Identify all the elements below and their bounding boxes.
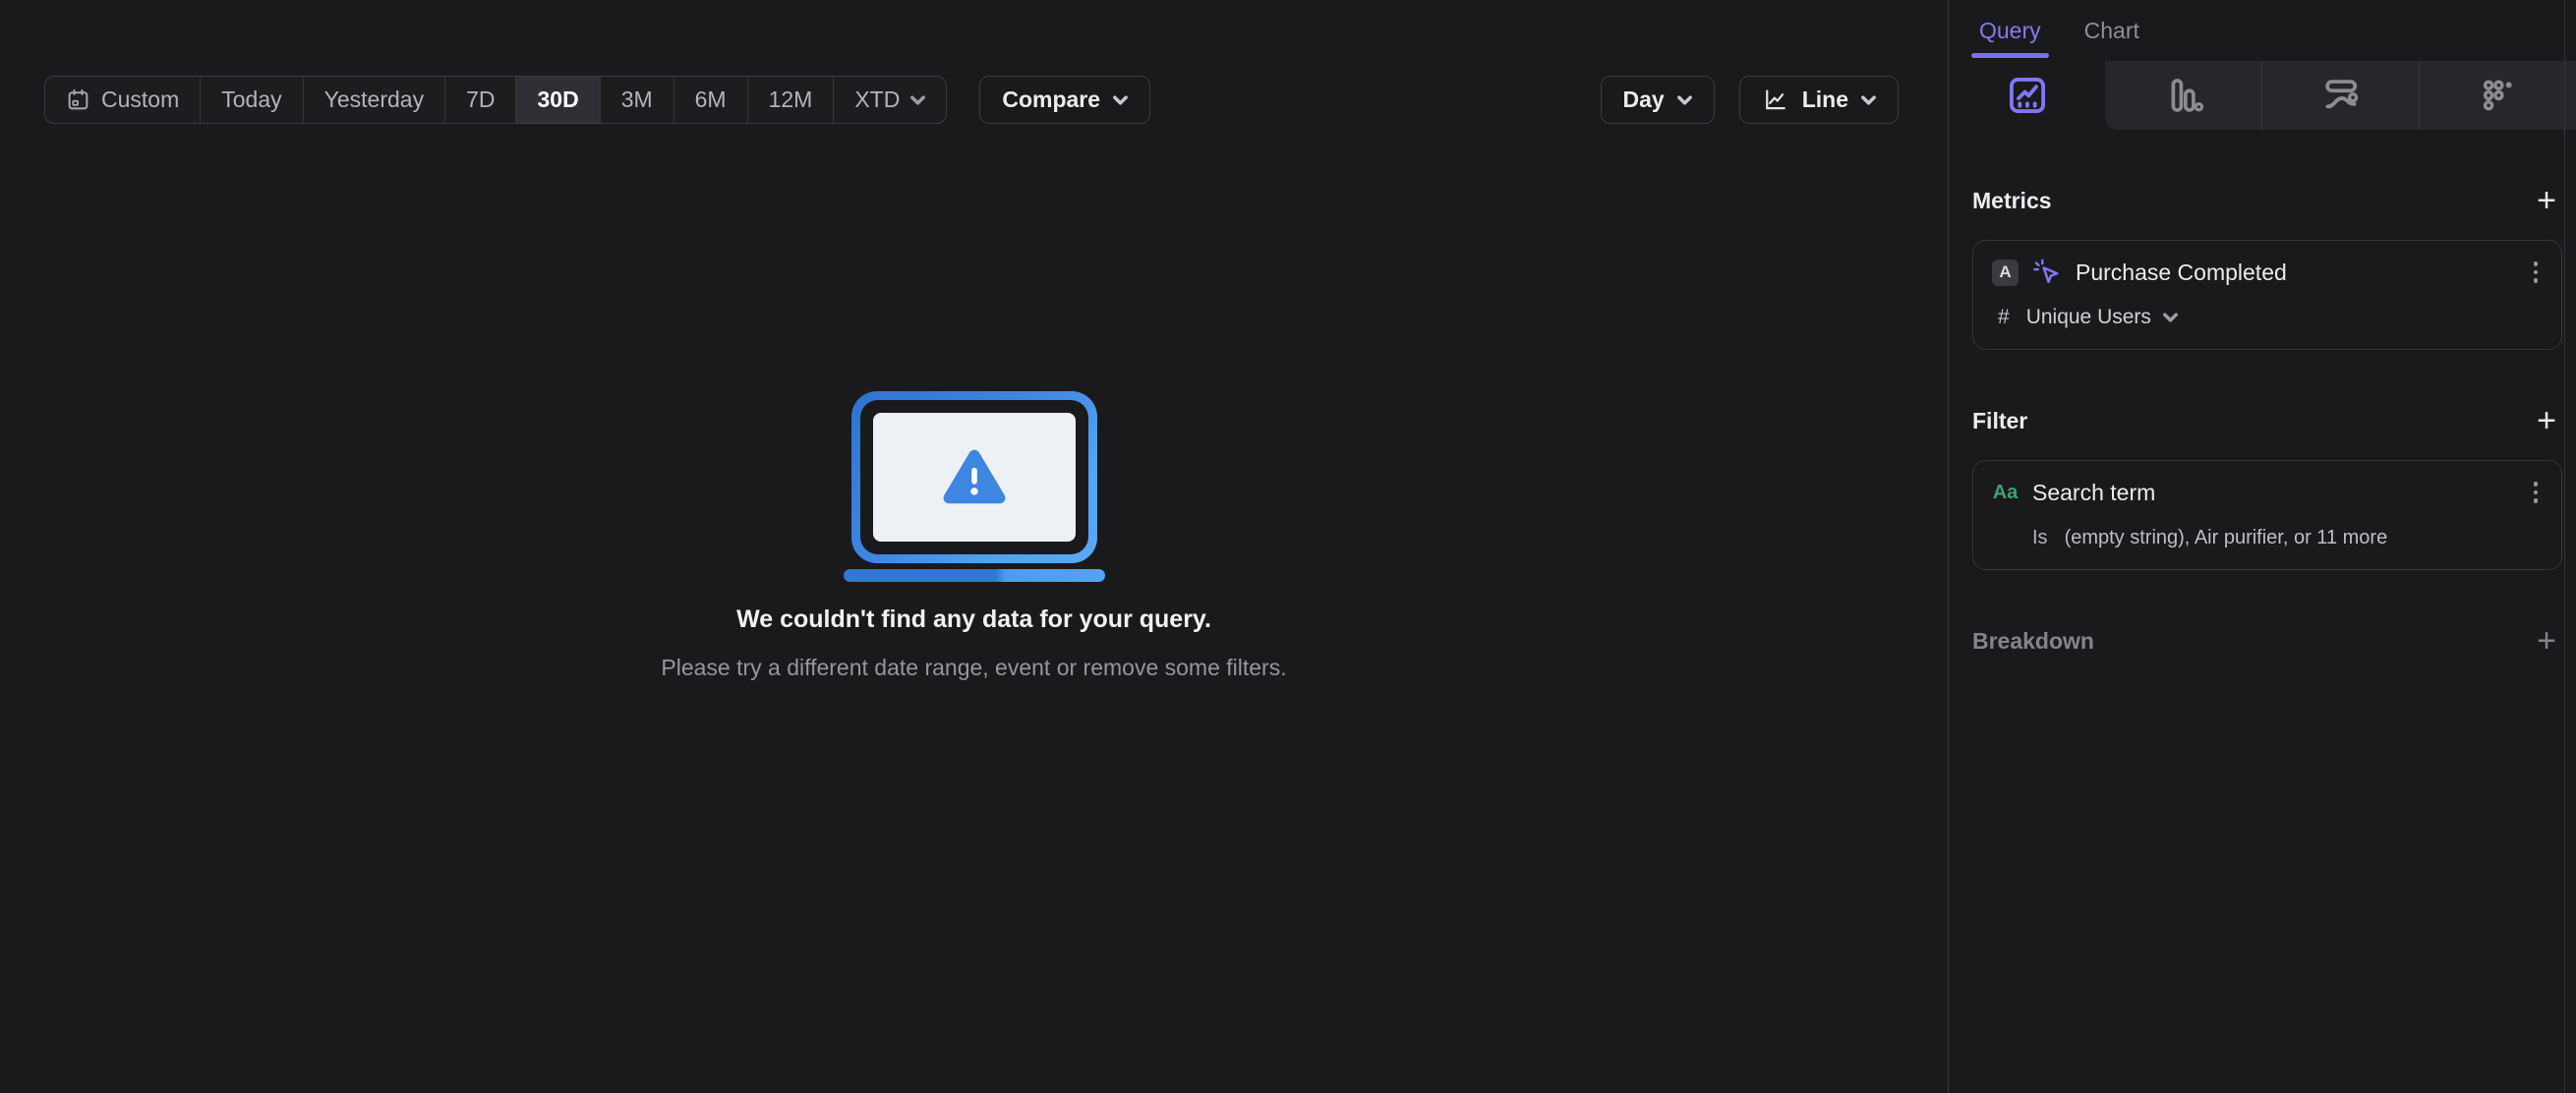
date-range-label: Custom [101, 86, 180, 112]
date-range-xtd[interactable]: XTD [833, 77, 946, 123]
report-type-retention[interactable] [2419, 61, 2576, 130]
tab-query[interactable]: Query [1971, 0, 2049, 61]
metric-event-name: Purchase Completed [2076, 259, 2287, 285]
laptop-base [843, 569, 1105, 582]
line-chart-icon [1765, 89, 1786, 109]
empty-state-subtitle: Please try a different date range, event… [661, 655, 1287, 680]
chevron-down-icon [910, 94, 926, 105]
filter-operator[interactable]: Is [2032, 527, 2048, 549]
flows-icon [2324, 80, 2358, 109]
string-property-icon: Aa [1992, 481, 2019, 503]
report-type-flows[interactable] [2261, 61, 2419, 130]
empty-state-title: We couldn't find any data for your query… [736, 605, 1211, 633]
breakdown-section-header: Breakdown + [1972, 624, 2562, 658]
date-range-today[interactable]: Today [200, 77, 302, 123]
metrics-section-header: Metrics + [1972, 184, 2562, 217]
date-range-6m[interactable]: 6M [673, 77, 747, 123]
sidebar-tabs: Query Chart [1949, 0, 2576, 61]
breakdown-heading: Breakdown [1972, 627, 2094, 654]
add-breakdown-button[interactable]: + [2531, 624, 2562, 658]
filter-section-header: Filter + [1972, 404, 2562, 437]
chevron-down-icon [1861, 94, 1876, 105]
date-range-3m[interactable]: 3M [599, 77, 673, 123]
date-range-30d-selected[interactable]: 30D [515, 77, 600, 123]
aggregation-hash-icon: # [1998, 306, 2010, 328]
chart-style-dropdown[interactable]: Line [1738, 76, 1899, 124]
query-builder-sidebar: Query Chart Metrics + A Purchase Complet… [1948, 0, 2576, 1093]
report-type-tabs [1949, 61, 2576, 130]
add-filter-button[interactable]: + [2531, 404, 2562, 437]
aggregation-dropdown[interactable]: Unique Users [2026, 306, 2178, 329]
empty-state: We couldn't find any data for your query… [0, 391, 1948, 681]
metrics-heading: Metrics [1972, 187, 2052, 213]
filter-heading: Filter [1972, 407, 2028, 433]
metric-card[interactable]: A Purchase Completed # Unique Users [1972, 240, 2562, 350]
warning-triangle-icon [943, 449, 1005, 503]
filter-value[interactable]: (empty string), Air purifier, or 11 more [2065, 527, 2388, 549]
filter-options-menu[interactable] [2526, 478, 2547, 507]
chevron-down-icon [2162, 313, 2178, 322]
event-cursor-icon [2033, 259, 2059, 283]
laptop-warning-illustration [850, 391, 1097, 563]
chevron-down-icon [1676, 94, 1692, 105]
metric-letter-badge: A [1992, 259, 2019, 286]
filter-property-name: Search term [2032, 479, 2156, 505]
date-range-custom[interactable]: Custom [45, 77, 200, 123]
analytics-app: Custom Today Yesterday 7D 30D 3M 6M 12M … [0, 0, 2576, 1093]
filter-card[interactable]: Aa Search term Is (empty string), Air pu… [1972, 460, 2562, 570]
date-range-7d[interactable]: 7D [444, 77, 515, 123]
sidebar-content: Metrics + A Purchase Completed # Unique … [1949, 184, 2576, 658]
granularity-dropdown[interactable]: Day [1600, 76, 1715, 124]
date-range-control: Custom Today Yesterday 7D 30D 3M 6M 12M … [44, 76, 948, 124]
sidebar-scrollbar[interactable] [2564, 0, 2576, 1093]
report-type-insights-active[interactable] [1949, 61, 2105, 130]
metric-options-menu[interactable] [2526, 258, 2547, 287]
calendar-icon [68, 88, 88, 110]
date-range-yesterday[interactable]: Yesterday [302, 77, 444, 123]
report-type-funnels[interactable] [2105, 61, 2261, 130]
tab-chart[interactable]: Chart [2084, 0, 2139, 61]
report-toolbar: Custom Today Yesterday 7D 30D 3M 6M 12M … [44, 76, 1899, 124]
bar-chart-icon [2171, 79, 2203, 112]
chevron-down-icon [1113, 94, 1128, 105]
add-metric-button[interactable]: + [2531, 184, 2562, 217]
date-range-12m[interactable]: 12M [746, 77, 834, 123]
retention-dots-icon [2483, 80, 2512, 111]
insights-chart-icon [2009, 77, 2045, 114]
compare-button[interactable]: Compare [979, 76, 1151, 124]
report-main-area: Custom Today Yesterday 7D 30D 3M 6M 12M … [0, 0, 1948, 1093]
